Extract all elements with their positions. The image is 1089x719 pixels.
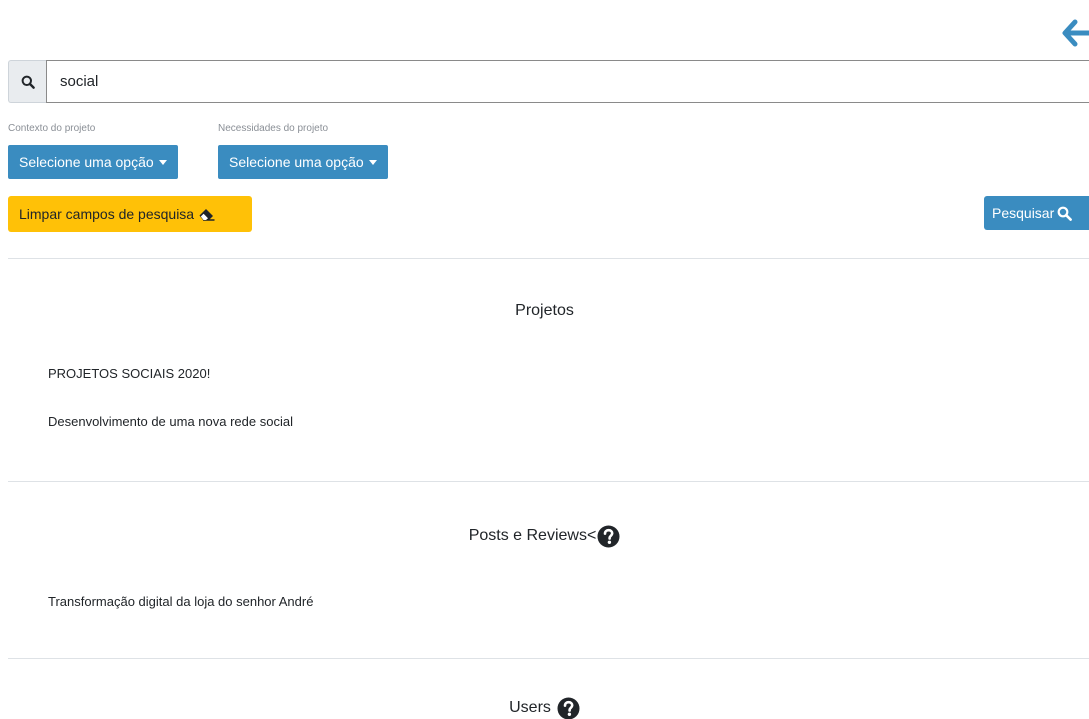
caret-down-icon xyxy=(158,160,167,165)
needs-dropdown-button[interactable]: Selecione uma opção xyxy=(218,145,388,179)
search-icon xyxy=(21,75,35,89)
users-title: Users xyxy=(509,699,551,716)
clear-search-button[interactable]: Limpar campos de pesquisa xyxy=(8,196,252,232)
projects-section-title: Projetos xyxy=(0,301,1089,321)
needs-filter-label: Necessidades do projeto xyxy=(218,123,329,134)
posts-title: Posts e Reviews< xyxy=(468,527,597,544)
search-input[interactable] xyxy=(46,60,1089,103)
posts-section-title: Posts e Reviews< xyxy=(0,524,1089,548)
search-bar xyxy=(8,60,1089,103)
post-result-item[interactable]: Transformação digital da loja do senhor … xyxy=(48,594,313,609)
context-filter-label: Contexto do projeto xyxy=(8,123,96,134)
eraser-icon xyxy=(199,209,215,221)
context-dropdown-button[interactable]: Selecione uma opção xyxy=(8,145,178,179)
needs-dropdown-label: Selecione uma opção xyxy=(229,154,364,170)
clear-search-label: Limpar campos de pesquisa xyxy=(19,206,195,222)
projects-title: Projetos xyxy=(515,302,574,319)
project-result-item[interactable]: PROJETOS SOCIAIS 2020! xyxy=(48,366,210,381)
divider xyxy=(8,481,1089,482)
project-result-item[interactable]: Desenvolvimento de uma nova rede social xyxy=(48,414,293,429)
question-circle-icon[interactable] xyxy=(597,525,620,548)
users-section-title: Users xyxy=(0,696,1089,719)
divider xyxy=(8,658,1089,659)
context-dropdown-label: Selecione uma opção xyxy=(19,154,154,170)
question-circle-icon[interactable] xyxy=(557,697,580,719)
caret-down-icon xyxy=(368,160,377,165)
search-button[interactable]: Pesquisar xyxy=(984,196,1089,230)
back-arrow-icon[interactable] xyxy=(1062,18,1089,48)
search-icon xyxy=(1057,206,1073,221)
divider xyxy=(8,258,1089,259)
search-button-label: Pesquisar xyxy=(992,205,1055,221)
search-addon xyxy=(8,60,46,103)
